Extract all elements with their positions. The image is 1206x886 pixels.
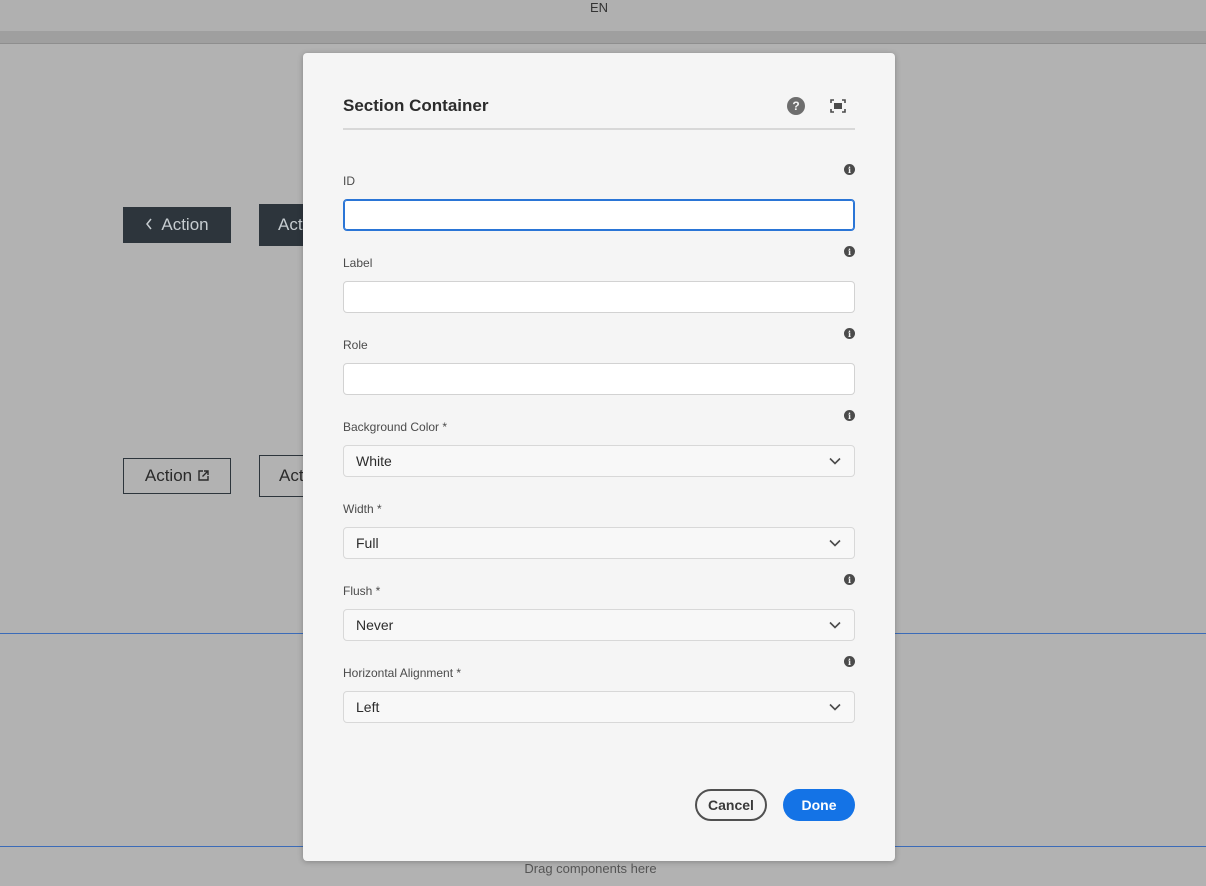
language-label[interactable]: EN (590, 0, 608, 16)
horizontal-alignment-info-icon[interactable]: i (844, 656, 855, 667)
flush-label: Flush * (343, 584, 381, 598)
label-info-icon[interactable]: i (844, 246, 855, 257)
label-label: Label (343, 256, 373, 270)
background-color-select[interactable]: White (343, 445, 855, 477)
bg-external-action-label: Action (144, 466, 193, 485)
role-info-icon[interactable]: i (844, 328, 855, 339)
width-select[interactable]: Full (343, 527, 855, 559)
background-color-label: Background Color * (343, 420, 448, 434)
chevron-down-icon (828, 536, 842, 550)
id-label: ID (343, 174, 355, 188)
dialog-title: Section Container (343, 96, 489, 115)
fullscreen-icon[interactable] (829, 97, 847, 115)
bg-action-label-4: Act (279, 466, 304, 485)
flush-select[interactable]: Never (343, 609, 855, 641)
id-input[interactable] (343, 199, 855, 231)
chevron-left-icon (145, 215, 153, 235)
external-link-icon (198, 466, 209, 486)
chevron-down-icon (828, 618, 842, 632)
flush-info-icon[interactable]: i (844, 574, 855, 585)
section-container-dialog: Section Container ? i ID i Label i Role … (303, 53, 895, 861)
help-icon[interactable]: ? (787, 97, 805, 115)
flush-value: Never (356, 617, 394, 633)
background-color-value: White (356, 453, 392, 469)
dialog-header: Section Container ? (343, 89, 855, 130)
bg-back-action-label: Action (161, 215, 209, 234)
role-label: Role (343, 338, 368, 352)
drop-zone-text: Drag components here (524, 861, 657, 876)
horizontal-alignment-label: Horizontal Alignment * (343, 666, 462, 680)
background-color-info-icon[interactable]: i (844, 410, 855, 421)
horizontal-alignment-value: Left (356, 699, 380, 715)
bg-action-label-2: Act (278, 215, 303, 234)
toolbar-strip (0, 31, 1206, 44)
width-label: Width * (343, 502, 382, 516)
done-button[interactable]: Done (783, 789, 855, 821)
width-value: Full (356, 535, 379, 551)
horizontal-alignment-select[interactable]: Left (343, 691, 855, 723)
id-info-icon[interactable]: i (844, 164, 855, 175)
label-input[interactable] (343, 281, 855, 313)
chevron-down-icon (828, 700, 842, 714)
bg-external-action-button[interactable]: Action (123, 458, 231, 494)
chevron-down-icon (828, 454, 842, 468)
cancel-button[interactable]: Cancel (695, 789, 767, 821)
role-input[interactable] (343, 363, 855, 395)
bg-back-action-button[interactable]: Action (123, 207, 231, 243)
